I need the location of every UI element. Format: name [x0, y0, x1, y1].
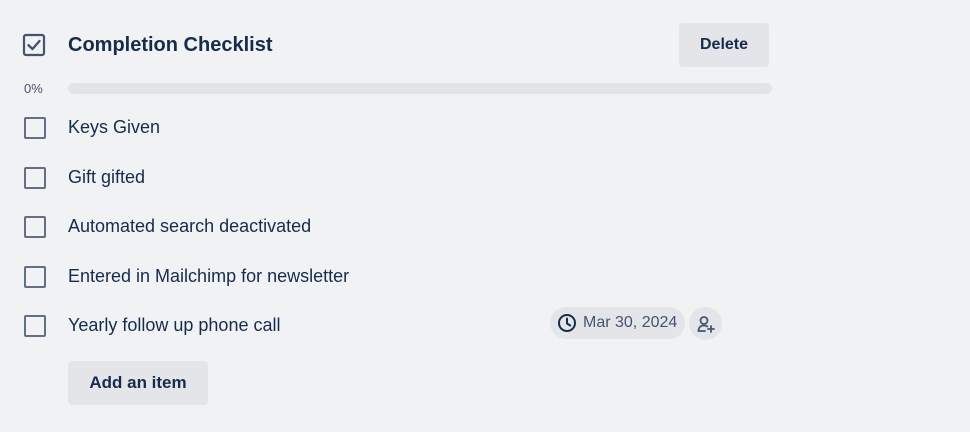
assign-member-button[interactable] — [689, 307, 722, 340]
checklist-item: Entered in Mailchimp for newsletter — [0, 257, 970, 297]
progress-percent: 0% — [24, 81, 43, 96]
item-label[interactable]: Automated search deactivated — [68, 215, 311, 237]
item-checkbox[interactable] — [24, 117, 46, 139]
checkbox-checked-icon — [22, 33, 46, 57]
add-member-icon — [697, 315, 715, 333]
item-label[interactable]: Gift gifted — [68, 166, 145, 188]
due-date-label: Mar 30, 2024 — [583, 314, 678, 331]
progress-bar — [68, 83, 772, 94]
delete-button[interactable]: Delete — [679, 23, 769, 67]
checklist-item: Yearly follow up phone call Mar 30, 2024 — [0, 306, 970, 346]
due-date-button[interactable]: Mar 30, 2024 — [550, 307, 686, 339]
item-checkbox[interactable] — [24, 167, 46, 189]
checklist: Completion Checklist Delete 0% Keys Give… — [0, 0, 970, 432]
item-checkbox[interactable] — [24, 315, 46, 337]
checklist-item: Keys Given — [0, 108, 970, 148]
checklist-item: Gift gifted — [0, 158, 970, 198]
item-label[interactable]: Yearly follow up phone call — [68, 314, 280, 336]
add-item-button[interactable]: Add an item — [68, 361, 208, 405]
clock-icon — [558, 314, 576, 332]
item-checkbox[interactable] — [24, 266, 46, 288]
item-label[interactable]: Entered in Mailchimp for newsletter — [68, 265, 349, 287]
item-checkbox[interactable] — [24, 216, 46, 238]
checklist-item: Automated search deactivated — [0, 207, 970, 247]
item-label[interactable]: Keys Given — [68, 116, 160, 138]
checklist-title[interactable]: Completion Checklist — [68, 33, 272, 57]
